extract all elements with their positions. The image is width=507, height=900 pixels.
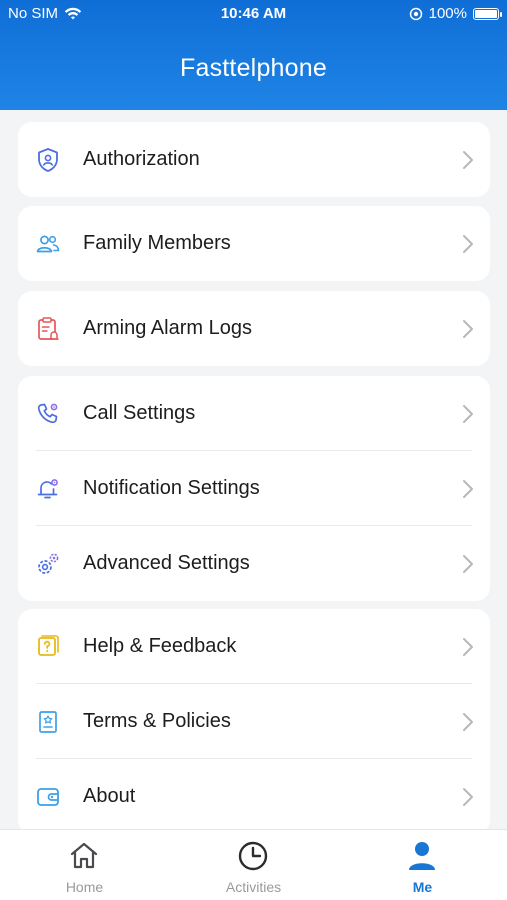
phone-settings-icon bbox=[37, 403, 58, 424]
alarm-log-clipboard-icon bbox=[38, 317, 59, 340]
tab-home-label: Home bbox=[65, 879, 104, 895]
tab-home[interactable]: Home bbox=[0, 830, 169, 900]
shield-user-icon bbox=[38, 148, 58, 172]
tab-activities-label: Activities bbox=[225, 879, 282, 895]
menu-item-advanced-settings[interactable]: Advanced Settings bbox=[18, 526, 490, 601]
menu-item-arming-alarm-logs[interactable]: Arming Alarm Logs bbox=[18, 291, 490, 366]
family-members-label: Family Members bbox=[83, 232, 231, 254]
advanced-settings-label: Advanced Settings bbox=[83, 552, 250, 574]
card-authorization: Authorization bbox=[18, 122, 490, 197]
battery-icon bbox=[473, 7, 502, 20]
card-family-members: Family Members bbox=[18, 206, 490, 281]
menu-item-call-settings[interactable]: Call Settings bbox=[18, 376, 490, 451]
tab-me[interactable]: Me bbox=[338, 830, 507, 900]
chevron-right-icon bbox=[463, 405, 473, 423]
chevron-right-icon bbox=[463, 235, 473, 253]
menu-item-notification-settings[interactable]: Notification Settings bbox=[18, 451, 490, 526]
notification-settings-label: Notification Settings bbox=[83, 477, 260, 499]
menu-item-help-feedback[interactable]: Help & Feedback bbox=[18, 609, 490, 684]
help-feedback-label: Help & Feedback bbox=[83, 635, 237, 657]
chevron-right-icon bbox=[463, 713, 473, 731]
app-header: No SIM 10:46 AM 100% Fasttelphone bbox=[0, 0, 507, 110]
gears-icon bbox=[38, 553, 59, 574]
card-settings-group: Call Settings Notification Settings Adva… bbox=[18, 376, 490, 601]
menu-item-family-members[interactable]: Family Members bbox=[18, 206, 490, 281]
page-title: Fasttelphone bbox=[180, 54, 327, 82]
tab-activities[interactable]: Activities bbox=[169, 830, 338, 900]
family-members-icon bbox=[36, 235, 60, 253]
chevron-right-icon bbox=[463, 788, 473, 806]
about-info-icon bbox=[37, 788, 59, 806]
document-badge-icon bbox=[39, 711, 57, 733]
card-arming-alarm-logs: Arming Alarm Logs bbox=[18, 291, 490, 366]
help-icon bbox=[38, 635, 59, 656]
status-right: 100% bbox=[409, 5, 502, 22]
home-icon bbox=[70, 842, 98, 869]
bottom-tab-bar: Home Activities Me bbox=[0, 829, 507, 900]
menu-item-terms-policies[interactable]: Terms & Policies bbox=[18, 684, 490, 759]
card-info-group: Help & Feedback Terms & Policies About bbox=[18, 609, 490, 834]
terms-policies-label: Terms & Policies bbox=[83, 710, 231, 732]
chevron-right-icon bbox=[463, 151, 473, 169]
battery-percent: 100% bbox=[428, 5, 467, 22]
authorization-label: Authorization bbox=[83, 148, 200, 170]
menu-item-about[interactable]: About bbox=[18, 759, 490, 834]
orientation-lock-icon bbox=[409, 7, 422, 20]
menu-item-authorization[interactable]: Authorization bbox=[18, 122, 490, 197]
tab-me-label: Me bbox=[412, 879, 433, 895]
chevron-right-icon bbox=[463, 638, 473, 656]
user-icon bbox=[409, 842, 435, 870]
about-label: About bbox=[83, 785, 136, 807]
arming-alarm-logs-label: Arming Alarm Logs bbox=[83, 317, 252, 339]
chevron-right-icon bbox=[463, 480, 473, 498]
bell-settings-icon bbox=[37, 479, 58, 499]
clock-icon bbox=[238, 841, 268, 871]
status-bar: No SIM 10:46 AM 100% bbox=[0, 0, 507, 28]
call-settings-label: Call Settings bbox=[83, 402, 196, 424]
chevron-right-icon bbox=[463, 555, 473, 573]
chevron-right-icon bbox=[463, 320, 473, 338]
